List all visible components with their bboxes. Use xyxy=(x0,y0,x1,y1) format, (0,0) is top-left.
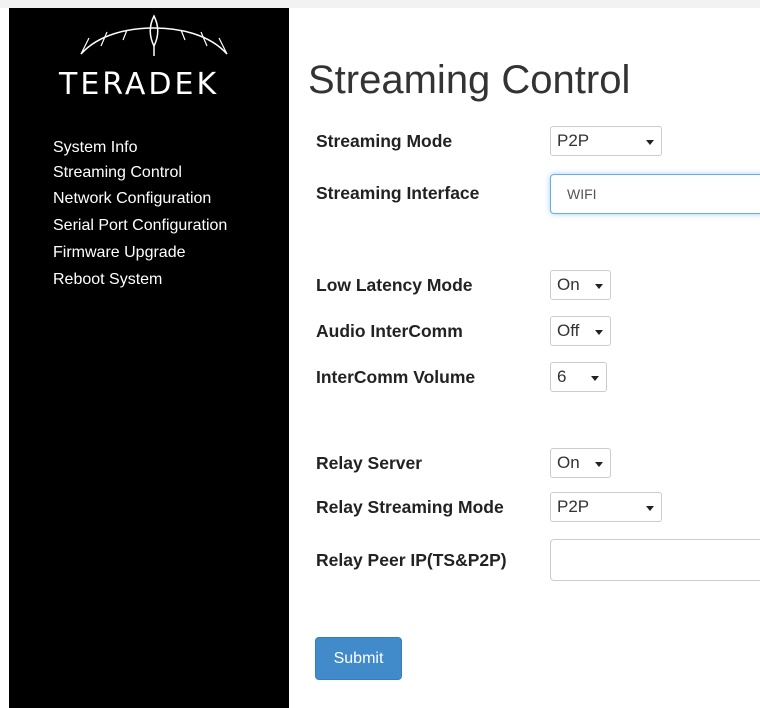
audio-intercomm-select[interactable]: Off xyxy=(550,316,611,346)
streaming-interface-field[interactable]: WIFI xyxy=(550,174,760,214)
streaming-mode-value: P2P xyxy=(557,131,590,150)
intercomm-volume-value: 6 xyxy=(557,367,567,386)
logo-emblem-icon xyxy=(80,14,228,56)
streaming-mode-label: Streaming Mode xyxy=(316,131,453,151)
sidebar-nav: System Info Streaming Control Network Co… xyxy=(53,134,227,293)
chevron-down-icon xyxy=(595,330,603,335)
chevron-down-icon xyxy=(595,462,603,467)
low-latency-mode-select[interactable]: On xyxy=(550,270,611,300)
low-latency-mode-label: Low Latency Mode xyxy=(316,275,473,295)
relay-streaming-mode-value: P2P xyxy=(557,497,590,516)
low-latency-mode-value: On xyxy=(557,275,580,294)
sidebar-item-network-configuration[interactable]: Network Configuration xyxy=(53,185,227,212)
teradek-logo: TERADEK xyxy=(59,12,249,102)
audio-intercomm-label: Audio InterComm xyxy=(316,321,463,341)
sidebar-item-reboot-system[interactable]: Reboot System xyxy=(53,266,227,293)
relay-peer-ip-label: Relay Peer IP(TS&P2P) xyxy=(316,550,507,570)
chevron-down-icon xyxy=(591,376,599,381)
chevron-down-icon xyxy=(646,140,654,145)
streaming-interface-label: Streaming Interface xyxy=(316,183,480,203)
intercomm-volume-label: InterComm Volume xyxy=(316,367,476,387)
sidebar-item-system-info[interactable]: System Info xyxy=(53,134,227,161)
logo-text: TERADEK xyxy=(59,67,220,102)
relay-streaming-mode-label: Relay Streaming Mode xyxy=(316,497,504,517)
top-border xyxy=(0,0,760,8)
sidebar-item-serial-port-configuration[interactable]: Serial Port Configuration xyxy=(53,212,227,239)
chevron-down-icon xyxy=(595,284,603,289)
relay-peer-ip-field[interactable] xyxy=(550,539,760,581)
sidebar: TERADEK System Info Streaming Control Ne… xyxy=(9,8,289,708)
page-title: Streaming Control xyxy=(308,58,631,102)
relay-server-label: Relay Server xyxy=(316,453,423,473)
relay-server-select[interactable]: On xyxy=(550,448,611,478)
streaming-mode-select[interactable]: P2P xyxy=(550,126,662,156)
relay-streaming-mode-select[interactable]: P2P xyxy=(550,492,662,522)
sidebar-item-streaming-control[interactable]: Streaming Control xyxy=(53,161,227,185)
submit-button[interactable]: Submit xyxy=(315,637,402,680)
audio-intercomm-value: Off xyxy=(557,321,580,340)
intercomm-volume-select[interactable]: 6 xyxy=(550,362,607,392)
relay-server-value: On xyxy=(557,453,580,472)
chevron-down-icon xyxy=(646,506,654,511)
sidebar-item-firmware-upgrade[interactable]: Firmware Upgrade xyxy=(53,239,227,266)
